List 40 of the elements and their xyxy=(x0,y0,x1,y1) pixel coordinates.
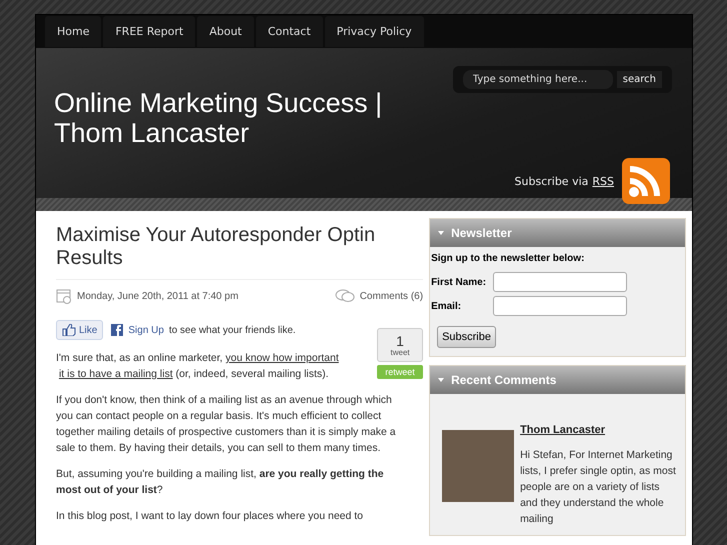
thumbs-up-icon xyxy=(62,324,76,336)
comment-text: Hi Stefan, For Internet Marketing lists, I prefer single optin, as most people are on a variety of lists and they understand the whole mailing xyxy=(520,448,677,527)
search-field[interactable]: Type something here... xyxy=(462,70,613,89)
newsletter-intro: Sign up to the newsletter below: xyxy=(430,252,586,266)
inline-link[interactable]: it is to have a mailing list xyxy=(58,368,173,380)
subscribe-text: Subscribe via xyxy=(514,174,588,188)
post-paragraph: I'm sure that, as an online marketer, you know how important it is to have a mailing list (or, indeed, several mailing lists). xyxy=(56,351,340,382)
like-button[interactable]: Like xyxy=(56,320,104,340)
tweet-counter: 1 tweet xyxy=(377,328,424,362)
like-prompt: to see what your friends like. xyxy=(168,324,296,336)
subscribe-button[interactable]: Subscribe xyxy=(437,326,496,348)
nav-tab[interactable]: Home xyxy=(45,16,102,47)
widget-title: Recent Comments xyxy=(451,373,556,387)
nav-tab[interactable]: Contact xyxy=(256,16,323,47)
widget-title: Newsletter xyxy=(451,226,512,240)
comments-link[interactable]: Comments (6) xyxy=(360,290,424,302)
nav-tab[interactable]: About xyxy=(197,16,254,47)
site-title: Online Marketing Success | Thom Lancaster xyxy=(54,88,384,148)
sign-up-link[interactable]: Sign Up xyxy=(128,324,164,336)
post-paragraph: But, assuming you're building a mailing list, are you really getting the most out of your list? xyxy=(56,467,385,498)
input-field[interactable] xyxy=(493,296,628,316)
inline-link[interactable]: you know how important xyxy=(226,352,339,364)
post-title: Maximise Your Autoresponder Optin Results xyxy=(56,224,424,280)
rss-icon[interactable] xyxy=(622,158,670,204)
field-label: First Name: xyxy=(430,276,488,288)
input-field[interactable] xyxy=(493,272,628,292)
search-button[interactable]: search xyxy=(616,71,662,88)
triangle-down-icon xyxy=(438,231,444,235)
field-label: Email: xyxy=(430,300,462,312)
triangle-down-icon xyxy=(438,378,444,382)
nav-tab[interactable]: FREE Report xyxy=(103,16,196,47)
post-paragraph: If you don't know, then think of a mailing list as an avenue through which you can contact people on a regular basis. It's much efficient to collect together mailing details of prospective customers than it is simply make a sale to them. By having their details, you can sell to them many times. xyxy=(56,393,397,456)
post-date: Monday, June 20th, 2011 at 7:40 pm xyxy=(77,290,240,302)
post-paragraph: In this blog post, I want to lay down four places where you need to xyxy=(56,509,364,524)
calendar-icon xyxy=(56,288,72,304)
speech-bubble-icon xyxy=(334,288,355,304)
nav-tab[interactable]: Privacy Policy xyxy=(324,16,424,47)
f-logo-icon xyxy=(111,324,124,336)
comment-author-link[interactable]: Thom Lancaster xyxy=(520,424,606,436)
rss-link[interactable]: RSS xyxy=(592,174,614,188)
